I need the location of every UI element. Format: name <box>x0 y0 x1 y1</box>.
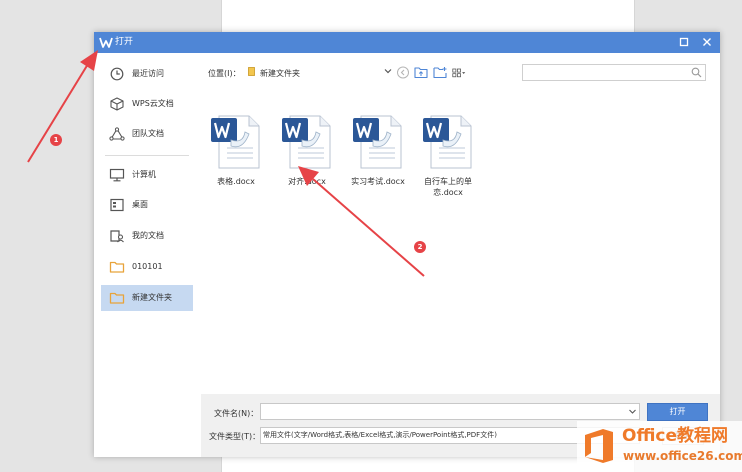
filename-label: 文件名(N)： <box>214 409 259 418</box>
sidebar-item-label: 团队文档 <box>132 129 164 138</box>
sidebar-item-my-docs[interactable]: 我的文档 <box>101 223 193 249</box>
back-icon[interactable] <box>396 66 410 79</box>
folder-up-icon[interactable] <box>414 66 428 79</box>
file-item[interactable]: 实习考试.docx <box>343 114 413 204</box>
open-file-dialog: 打开 最近访问 WPS云文档 团队文档 计算机 桌面 我的文档 010101 新… <box>94 32 720 457</box>
sidebar-item-computer[interactable]: 计算机 <box>101 162 193 188</box>
annotation-marker-2: 2 <box>414 241 426 253</box>
file-name: 实习考试.docx <box>351 177 405 186</box>
annotation-arrow-1 <box>27 63 89 163</box>
cloud-cube-icon <box>110 97 124 111</box>
watermark: Office教程网 www.office26.com <box>577 421 742 472</box>
sidebar-item-folder-010101[interactable]: 010101 <box>101 254 193 280</box>
view-options-icon[interactable] <box>452 66 466 79</box>
word-docx-icon <box>423 115 472 169</box>
dialog-titlebar: 打开 <box>94 32 720 53</box>
word-docx-icon <box>211 115 260 169</box>
file-item[interactable]: 自行车上的单恋.docx <box>413 114 483 204</box>
new-folder-icon[interactable] <box>433 66 447 79</box>
filetype-value: 常用文件(文字/Word格式,表格/Excel格式,演示/PowerPoint格… <box>263 431 497 439</box>
monitor-icon <box>109 168 125 182</box>
sidebar: 最近访问 WPS云文档 团队文档 计算机 桌面 我的文档 010101 新建文件… <box>101 53 193 457</box>
search-input[interactable] <box>522 64 706 81</box>
sidebar-item-recent[interactable]: 最近访问 <box>101 61 193 87</box>
chevron-down-icon <box>384 69 392 74</box>
search-icon[interactable] <box>691 67 702 78</box>
clock-icon <box>110 67 124 81</box>
sidebar-item-label: 我的文档 <box>132 231 164 240</box>
sidebar-item-label: 桌面 <box>132 200 148 209</box>
location-label: 位置(I)： <box>208 69 241 78</box>
sidebar-item-label: 新建文件夹 <box>132 293 172 302</box>
location-dropdown[interactable]: 新建文件夹 <box>248 64 396 80</box>
open-button[interactable]: 打开 <box>647 403 708 421</box>
sidebar-item-desktop[interactable]: 桌面 <box>101 192 193 218</box>
filetype-label: 文件类型(T)： <box>209 432 261 441</box>
file-name: 对齐.docx <box>288 177 326 186</box>
file-name: 自行车上的单恋.docx <box>424 177 472 197</box>
desktop-icon <box>110 198 124 212</box>
close-icon[interactable] <box>700 35 714 49</box>
file-name: 表格.docx <box>217 177 255 186</box>
filename-input[interactable] <box>260 403 640 420</box>
file-item[interactable]: 对齐.docx <box>272 114 342 204</box>
folder-icon <box>248 67 255 76</box>
sidebar-item-label: WPS云文档 <box>132 99 174 108</box>
dialog-title: 打开 <box>115 37 134 47</box>
maximize-icon[interactable] <box>677 35 691 49</box>
word-docx-icon <box>282 115 331 169</box>
file-item[interactable]: 表格.docx <box>201 114 271 204</box>
sidebar-item-label: 计算机 <box>132 170 156 179</box>
sidebar-item-label: 最近访问 <box>132 69 164 78</box>
team-triangle-icon <box>109 127 125 141</box>
sidebar-item-new-folder[interactable]: 新建文件夹 <box>101 285 193 311</box>
annotation-marker-1: 1 <box>50 134 62 146</box>
watermark-title: Office教程网 <box>622 426 729 446</box>
sidebar-item-label: 010101 <box>132 262 163 271</box>
my-docs-icon <box>110 230 124 243</box>
sidebar-item-wps-cloud[interactable]: WPS云文档 <box>101 91 193 117</box>
wps-logo-icon <box>99 37 113 48</box>
folder-icon <box>109 292 125 304</box>
sidebar-item-team-docs[interactable]: 团队文档 <box>101 121 193 147</box>
location-value: 新建文件夹 <box>260 69 300 78</box>
watermark-url: www.office26.com <box>623 449 742 463</box>
chevron-down-icon[interactable] <box>628 407 637 416</box>
office-logo-icon <box>585 429 613 463</box>
sidebar-divider <box>105 155 189 156</box>
word-docx-icon <box>353 115 402 169</box>
folder-icon <box>109 261 125 273</box>
